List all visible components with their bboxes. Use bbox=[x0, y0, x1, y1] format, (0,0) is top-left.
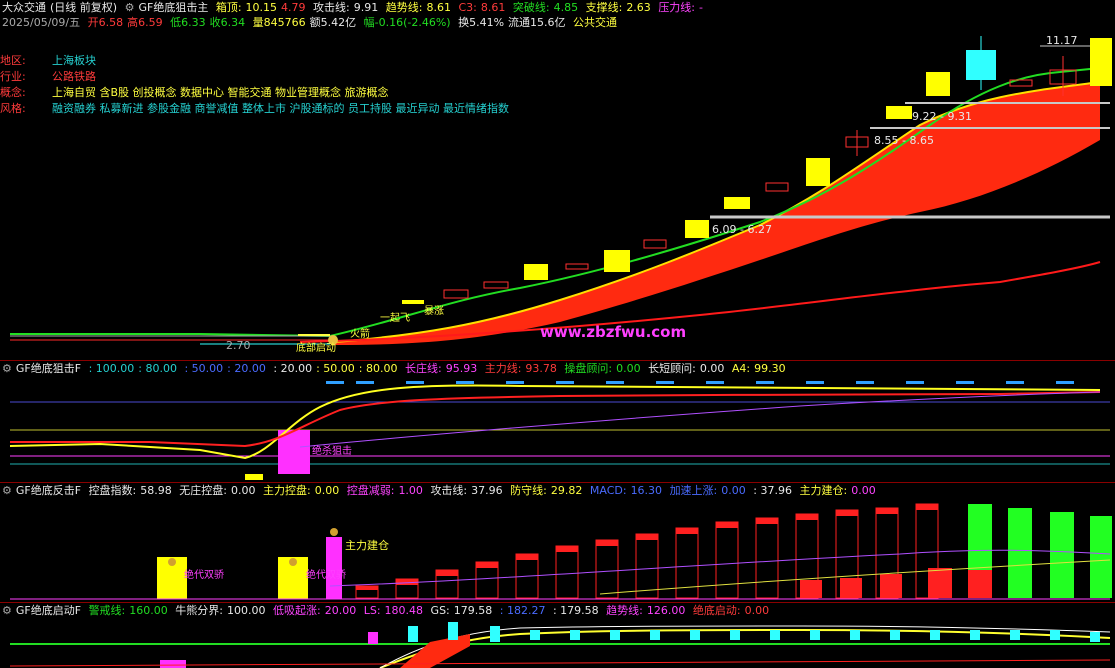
main-header: 大众交通 (日线 前复权) ⚙ GF绝底狙击主 箱顶: 10.15 4.79 攻击线: 9… bbox=[2, 1, 704, 14]
marker-bottom-start: 底部启动 bbox=[296, 343, 336, 354]
marker-era-1: 绝代双骄 bbox=[184, 570, 224, 581]
marker-era-2: 绝代双骄 bbox=[306, 570, 346, 581]
divider bbox=[0, 360, 1115, 361]
gear-icon[interactable]: ⚙ bbox=[125, 1, 135, 14]
trend-band bbox=[335, 82, 1100, 345]
quote-bar: 2025/05/09/五 开6.58 高6.59 低6.33 收6.34 量8457… bbox=[2, 16, 618, 29]
panel2-chart[interactable] bbox=[0, 362, 1115, 482]
marker-rocket: 火箭 bbox=[350, 329, 370, 340]
price-range-3: 6.09 - 6.27 bbox=[712, 223, 772, 236]
indicator-name[interactable]: GF绝底狙击主 bbox=[138, 1, 208, 14]
stock-name[interactable]: 大众交通 bbox=[2, 1, 46, 14]
top-bar-markers bbox=[326, 381, 1074, 384]
price-label-high: 11.17 bbox=[1046, 34, 1078, 47]
panel4-chart[interactable] bbox=[0, 602, 1115, 668]
marker-surge: 暴涨 bbox=[424, 306, 444, 317]
marker-build: 主力建仓 bbox=[345, 539, 389, 552]
panel3-chart[interactable] bbox=[0, 482, 1115, 602]
panel2-mark: 绝杀狙击 bbox=[312, 446, 352, 457]
price-label-low: 2.70 bbox=[226, 339, 251, 352]
watermark: www.zbzfwu.com bbox=[540, 323, 687, 341]
price-range-2: 8.55 - 8.65 bbox=[874, 134, 934, 147]
price-range-1: 9.22 - 9.31 bbox=[912, 110, 972, 123]
chart-mode[interactable]: (日线 前复权) bbox=[50, 1, 117, 14]
main-price-chart[interactable] bbox=[0, 0, 1115, 360]
marker-fly: 一起飞 bbox=[380, 313, 410, 324]
